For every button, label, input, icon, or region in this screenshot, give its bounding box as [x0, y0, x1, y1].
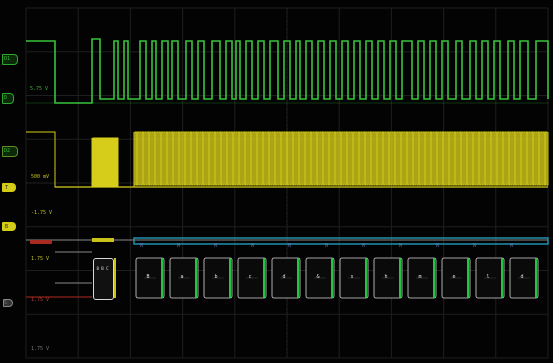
waveform-grid — [0, 0, 553, 363]
trigger-level-label: T — [5, 185, 9, 191]
decode-byte-value: h — [384, 274, 388, 280]
decode-byte-value: c — [248, 274, 252, 280]
bus-tick-label: M — [362, 243, 366, 249]
decode-byte-value: l — [486, 274, 490, 280]
decode-byte-value: d — [520, 274, 524, 280]
decode-frame-box[interactable] — [93, 258, 114, 300]
bus-level-top-label: 1.75 V — [31, 256, 50, 262]
bus-tick-label: M — [140, 243, 144, 249]
bus-tick-label: M — [510, 243, 514, 249]
decode-byte-value: b — [214, 274, 218, 280]
decode-byte-value: d — [282, 274, 286, 280]
bus-tick-label: M — [325, 243, 329, 249]
bus-tick-label: M — [436, 243, 440, 249]
ch2-scale-label: 500 mV — [31, 174, 50, 180]
bus-level-mid-label: 1.75 V — [31, 297, 50, 303]
bus-start-marker — [92, 238, 114, 242]
ch2-offset-label: -1.75 V — [31, 210, 53, 216]
bus-tick-label: M — [473, 243, 477, 249]
decode-byte-value: B — [146, 274, 150, 280]
bus-tick-label: M — [177, 243, 181, 249]
bus-tick-label: M — [399, 243, 403, 249]
decode-byte-value: s — [350, 274, 354, 280]
ch1-marker-label: D1 — [4, 56, 11, 62]
bus-level-bottom-label: 1.75 V — [31, 346, 50, 352]
decode-byte-value: a — [180, 274, 184, 280]
bus-tick-label: M — [288, 243, 292, 249]
scope-screen: D1 5.75 V D D2 500 mV T -1.75 V B 1.75 V… — [0, 0, 553, 363]
ch1-scale-label: 5.75 V — [30, 86, 49, 92]
ref-marker-label: B — [5, 224, 9, 230]
ch1-level-label: D — [4, 95, 8, 101]
decode-frame-label: 8 B C — [96, 266, 109, 271]
decode-byte-value: e — [452, 274, 456, 280]
decode-byte-value: m — [418, 274, 422, 280]
ch2-marker-label: D2 — [4, 148, 11, 154]
bus-tick-label: M — [214, 243, 218, 249]
bus-marker-label: S — [4, 300, 8, 306]
decode-byte-value: & — [316, 274, 320, 280]
bus-red-marker[interactable] — [30, 240, 52, 244]
bus-tick-label: M — [251, 243, 255, 249]
